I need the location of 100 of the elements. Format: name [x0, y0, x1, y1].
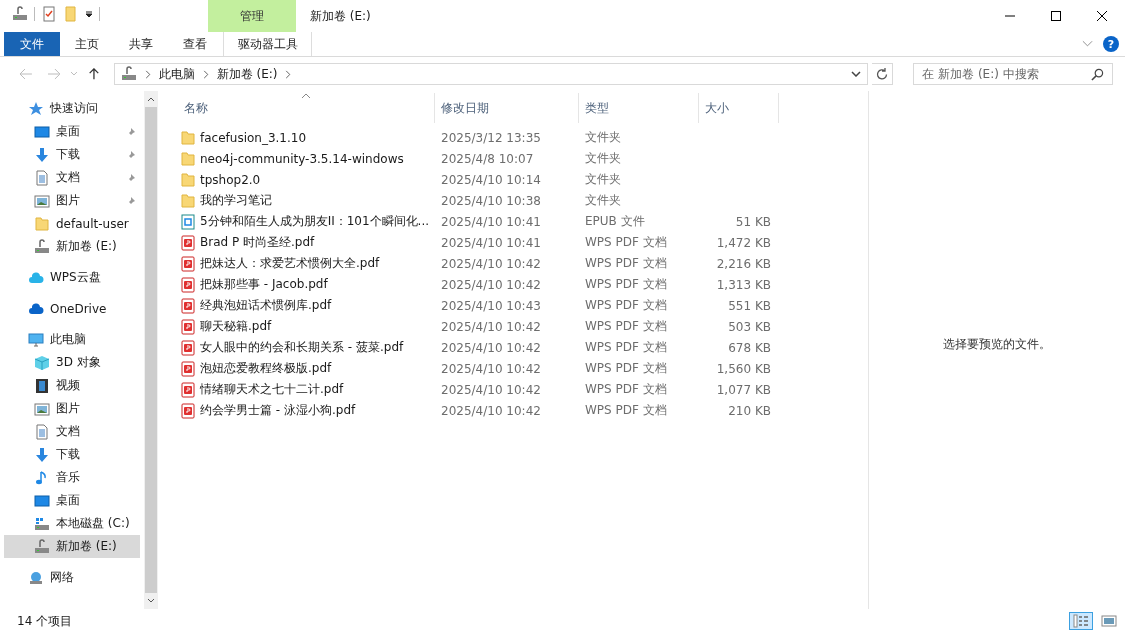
file-name[interactable]: facefusion_3.1.10 — [200, 130, 307, 145]
chevron-right-icon — [144, 69, 151, 79]
drive-icon — [12, 6, 28, 22]
table-cell-text: 文件夹 — [584, 192, 622, 209]
folder-icon — [34, 215, 50, 232]
nav-item[interactable]: 音乐 — [4, 466, 140, 489]
address-bar[interactable]: 此电脑 新加卷 (E:) — [113, 63, 869, 85]
search-field[interactable]: 在 新加卷 (E:) 中搜索 — [913, 63, 1113, 85]
nav-item[interactable]: 此电脑 — [4, 328, 140, 351]
monitor-icon — [28, 331, 44, 348]
nav-item[interactable]: 图片 — [4, 189, 140, 212]
help-icon[interactable]: ? — [1103, 36, 1119, 52]
nav-item[interactable]: 文档 — [4, 166, 140, 189]
document-icon — [34, 423, 50, 440]
table-cell-text: 2025/4/10 10:43 — [440, 298, 542, 313]
table-cell-text: WPS PDF 文档 — [584, 339, 668, 356]
table-cell-text: 文件夹 — [584, 150, 622, 167]
cube-icon — [34, 354, 50, 371]
table-cell-text: 2025/4/10 10:14 — [440, 172, 542, 187]
file-name[interactable]: 把妹那些事 - Jacob.pdf — [200, 276, 328, 293]
nav-item[interactable]: 3D 对象 — [4, 351, 140, 374]
table-cell-text: 2025/4/10 10:42 — [440, 403, 542, 418]
search-icon — [1091, 67, 1104, 81]
film-icon — [34, 377, 50, 394]
table-cell-text: 2025/4/10 10:41 — [440, 235, 542, 250]
context-group-label: 管理 — [208, 0, 296, 32]
file-name[interactable]: 5分钟和陌生人成为朋友II：101个瞬间化... — [200, 213, 430, 230]
table-cell-text: WPS PDF 文档 — [584, 318, 668, 335]
table-cell-text: 1,077 KB — [715, 382, 772, 397]
nav-item[interactable]: default-user — [4, 212, 140, 235]
desktop-icon — [34, 123, 50, 140]
nav-item[interactable]: 新加卷 (E:) — [4, 235, 140, 258]
picture-icon — [34, 192, 50, 209]
chevron-right-icon — [202, 69, 209, 79]
folder-icon — [180, 171, 196, 188]
drive-icon — [120, 66, 137, 82]
column-header[interactable]: 大小 — [699, 93, 779, 123]
nav-item[interactable]: 桌面 — [4, 489, 140, 512]
nav-item[interactable]: 新加卷 (E:) — [4, 535, 140, 558]
breadcrumb[interactable]: 新加卷 (E:) — [216, 65, 278, 83]
document-icon — [34, 169, 50, 186]
file-name[interactable]: neo4j-community-3.5.14-windows — [200, 151, 404, 166]
window-title: 新加卷 (E:) — [309, 8, 371, 25]
table-cell-text: WPS PDF 文档 — [584, 402, 668, 419]
file-name[interactable]: 把妹达人：求爱艺术惯例大全.pdf — [200, 255, 380, 272]
picture-icon — [34, 400, 50, 417]
chevron-down-icon[interactable] — [851, 71, 862, 77]
nav-item[interactable]: 本地磁盘 (C:) — [4, 512, 140, 535]
drive-icon — [34, 515, 50, 532]
caret-icon[interactable] — [85, 10, 93, 18]
network-icon — [28, 569, 44, 586]
nav-item[interactable]: 文档 — [4, 420, 140, 443]
file-name[interactable]: 聊天秘籍.pdf — [200, 318, 272, 335]
nav-item[interactable]: 网络 — [4, 566, 140, 589]
file-name[interactable]: 女人眼中的约会和长期关系 - 菠菜.pdf — [200, 339, 404, 356]
checklist-icon[interactable] — [41, 6, 57, 22]
nav-item[interactable]: WPS云盘 — [4, 266, 140, 289]
table-cell-text: 2025/4/10 10:42 — [440, 340, 542, 355]
file-name[interactable]: 经典泡妞话术惯例库.pdf — [200, 297, 332, 314]
file-name[interactable]: 泡妞恋爱教程终极版.pdf — [200, 360, 332, 377]
scrollbar[interactable] — [144, 91, 158, 609]
chevron-right-icon — [285, 69, 292, 79]
table-cell-text: 678 KB — [727, 340, 772, 355]
star-icon — [28, 100, 44, 117]
file-tab[interactable]: 文件 — [4, 32, 60, 56]
column-header[interactable]: 名称 — [178, 93, 435, 123]
down-arrow-icon — [34, 146, 50, 163]
file-name[interactable]: 我的学习笔记 — [200, 192, 272, 209]
table-cell-text: 文件夹 — [584, 171, 622, 188]
file-name[interactable]: 约会学男士篇 - 泳湿小狗.pdf — [200, 402, 356, 419]
pdf-file-icon — [180, 318, 196, 335]
table-cell-text: 2025/4/10 10:42 — [440, 256, 542, 271]
table-cell-text: 2025/4/10 10:42 — [440, 382, 542, 397]
drive-icon — [34, 538, 50, 555]
table-cell-text: 2025/4/10 10:41 — [440, 214, 542, 229]
nav-item[interactable]: 桌面 — [4, 120, 140, 143]
refresh-button[interactable] — [872, 63, 894, 85]
file-name[interactable]: 情绪聊天术之七十二计.pdf — [200, 381, 344, 398]
nav-item[interactable]: 快速访问 — [4, 97, 140, 120]
details-view-button[interactable] — [1069, 612, 1093, 630]
nav-item[interactable]: 下载 — [4, 443, 140, 466]
refresh-icon — [876, 68, 889, 80]
table-cell-text: 210 KB — [727, 403, 772, 418]
file-name[interactable]: Brad P 时尚圣经.pdf — [200, 234, 315, 251]
cloud-icon — [28, 269, 44, 286]
folder-icon — [180, 192, 196, 209]
column-header[interactable]: 修改日期 — [435, 93, 579, 123]
nav-item[interactable]: 下载 — [4, 143, 140, 166]
nav-item[interactable]: OneDrive — [4, 297, 140, 320]
pdf-file-icon — [180, 339, 196, 356]
table-cell-text: WPS PDF 文档 — [584, 234, 668, 251]
file-name[interactable]: tpshop2.0 — [200, 172, 261, 187]
folder-icon — [180, 129, 196, 146]
table-cell-text: 文件夹 — [584, 129, 622, 146]
table-cell-text: 2025/4/8 10:07 — [440, 151, 535, 166]
nav-item[interactable]: 视频 — [4, 374, 140, 397]
folder-icon — [180, 150, 196, 167]
column-header[interactable]: 类型 — [579, 93, 699, 123]
nav-item[interactable]: 图片 — [4, 397, 140, 420]
breadcrumb[interactable]: 此电脑 — [158, 65, 195, 83]
